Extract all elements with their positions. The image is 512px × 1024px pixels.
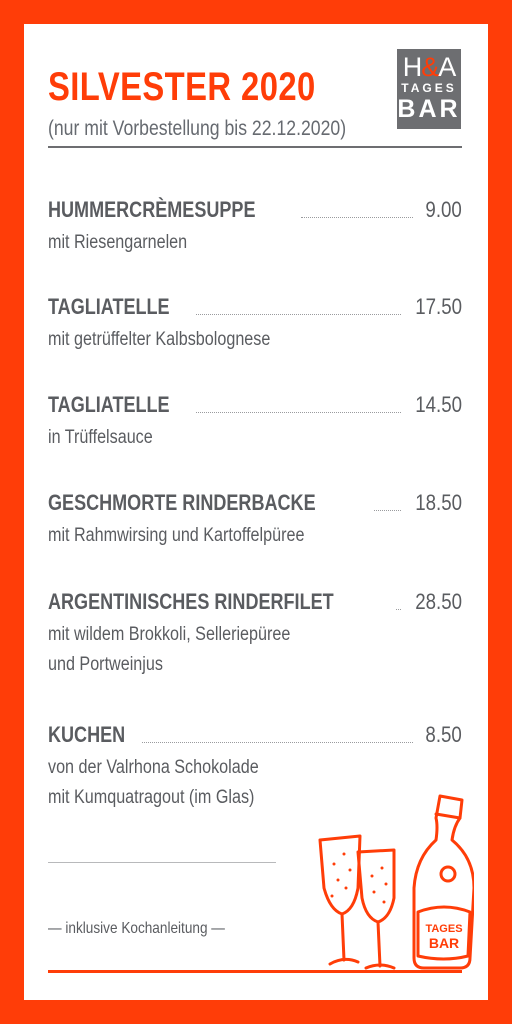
- footer-divider: [48, 862, 276, 863]
- champagne-glass-icon: [318, 834, 362, 966]
- footer-note: — inklusive Kochanleitung —: [48, 920, 225, 937]
- dish-name: TAGLIATELLE: [48, 294, 170, 319]
- header-divider: [48, 146, 462, 148]
- dish-price: 14.50: [415, 392, 462, 417]
- dot-leader: [396, 608, 401, 610]
- logo-ampersand: &: [421, 52, 439, 82]
- menu-item: GESCHMORTE RINDERBACKE 18.50 mit Rahmwir…: [48, 489, 462, 551]
- dish-price: 17.50: [415, 294, 462, 319]
- champagne-glass-icon: [356, 848, 396, 970]
- logo-h: H: [402, 52, 422, 82]
- dish-name: TAGLIATELLE: [48, 392, 170, 417]
- page-title: SILVESTER 2020: [48, 65, 316, 109]
- champagne-illustration: TAGES BAR: [318, 794, 474, 970]
- logo-line-3: BAR: [397, 95, 461, 123]
- dish-price: 18.50: [415, 490, 462, 515]
- dish-name: ARGENTINISCHES RINDERFILET: [48, 589, 334, 614]
- dish-price: 28.50: [415, 589, 462, 614]
- dish-name: HUMMERCRÈMESUPPE: [48, 197, 256, 222]
- dish-description: mit getrüffelter Kalbsbolognese: [48, 329, 271, 350]
- dot-leader: [374, 509, 401, 511]
- dish-description: mit wildem Brokkoli, Selleriepüree: [48, 624, 291, 645]
- menu-card: SILVESTER 2020 (nur mit Vorbestellung bi…: [24, 24, 488, 1000]
- dot-leader: [196, 313, 401, 315]
- page-subtitle: (nur mit Vorbestellung bis 22.12.2020): [48, 117, 347, 140]
- dish-price: 8.50: [425, 722, 462, 747]
- dish-name: GESCHMORTE RINDERBACKE: [48, 490, 316, 515]
- dish-description: mit Riesengarnelen: [48, 232, 188, 253]
- logo-line-1: H&A: [397, 52, 461, 82]
- bottle-label-top: TAGES: [425, 923, 462, 935]
- menu-item: ARGENTINISCHES RINDERFILET 28.50 mit wil…: [48, 588, 462, 680]
- bottom-divider: [48, 970, 462, 973]
- tagesbar-logo: H&A TAGES BAR: [397, 49, 461, 129]
- logo-a: A: [438, 52, 456, 82]
- dot-leader: [142, 741, 414, 743]
- logo-line-2: TAGES: [401, 81, 457, 95]
- dish-description: und Portweinjus: [48, 654, 163, 675]
- menu-item: TAGLIATELLE 17.50 mit getrüffelter Kalbs…: [48, 293, 462, 355]
- dish-name: KUCHEN: [48, 722, 126, 747]
- menu-item: TAGLIATELLE 14.50 in Trüffelsauce: [48, 391, 462, 453]
- dot-leader: [301, 216, 414, 218]
- menu-item: HUMMERCRÈMESUPPE 9.00 mit Riesengarnelen: [48, 196, 462, 258]
- dish-description: von der Valrhona Schokolade: [48, 757, 259, 778]
- dish-price: 9.00: [425, 197, 462, 222]
- dish-description: in Trüffelsauce: [48, 427, 153, 448]
- bottle-label-bottom: BAR: [429, 935, 459, 951]
- dish-description: mit Rahmwirsing und Kartoffelpüree: [48, 525, 305, 546]
- dot-leader: [196, 411, 401, 413]
